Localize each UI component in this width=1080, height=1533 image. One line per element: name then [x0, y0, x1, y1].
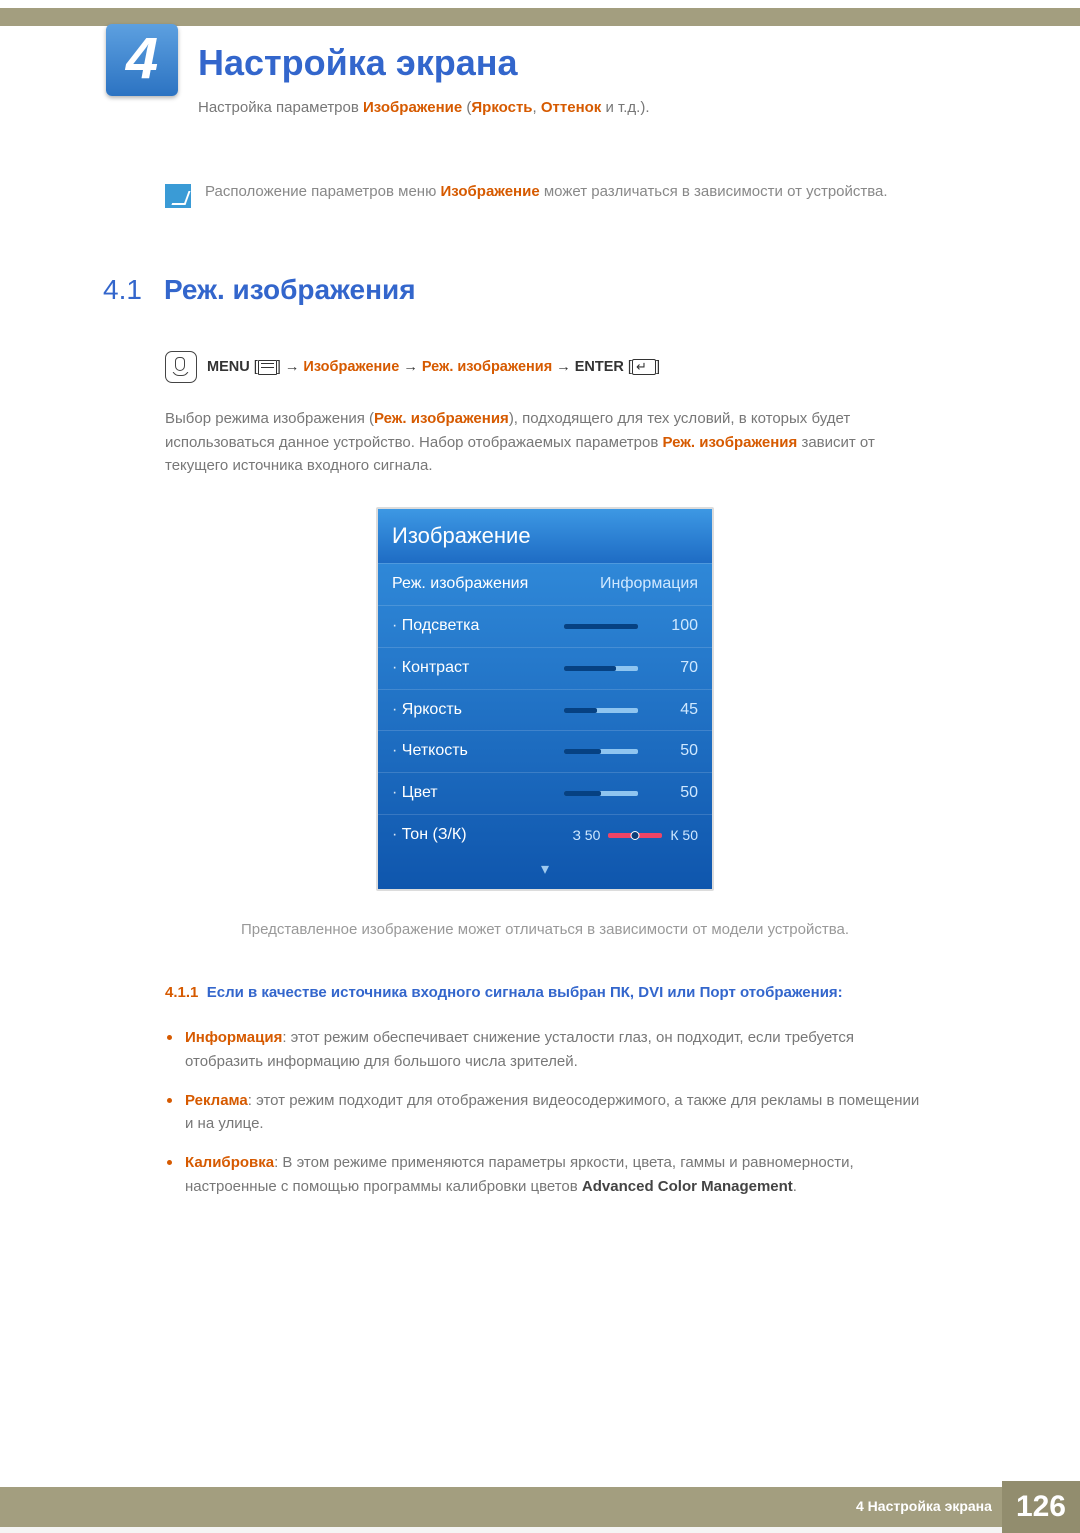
chapter-subtitle: Настройка параметров Изображение (Яркост… [198, 96, 649, 119]
section-heading: 4.1 Реж. изображения [103, 268, 925, 311]
osd-item-name: Четкость [392, 739, 564, 764]
osd-tint-slider [608, 833, 662, 838]
osd-tint-right: К 50 [670, 825, 698, 847]
osd-scroll-down-icon: ▾ [378, 856, 712, 889]
text: может различаться в зависимости от устро… [540, 183, 888, 200]
paragraph: Выбор режима изображения (Реж. изображен… [165, 407, 925, 477]
enter-label: ENTER [575, 359, 624, 375]
note-icon [165, 184, 191, 208]
osd-item-slider [564, 624, 638, 629]
list-item: Информация: этот режим обеспечивает сниж… [165, 1026, 925, 1073]
list-item: Реклама: этот режим подходит для отображ… [165, 1089, 925, 1136]
section-number: 4.1 [103, 268, 142, 311]
highlight: Изображение [363, 99, 462, 116]
highlight: Яркость [471, 99, 532, 116]
text: Настройка параметров [198, 99, 363, 116]
osd-panel: Изображение Реж. изображения Информация … [376, 507, 714, 890]
list-item: Калибровка: В этом режиме применяются па… [165, 1151, 925, 1198]
text: Выбор режима изображения ( [165, 410, 374, 427]
osd-item-name: Контраст [392, 656, 564, 681]
step: Изображение [303, 359, 399, 375]
menu-icon [258, 360, 277, 375]
arrow: → [556, 359, 575, 375]
osd-item-slider [564, 708, 638, 713]
osd-mode-label: Реж. изображения [392, 572, 600, 597]
bullet-term: Реклама [185, 1092, 248, 1109]
osd-tint-row: Тон (З/К) З 50 К 50 [378, 814, 712, 856]
bullet-list: Информация: этот режим обеспечивает сниж… [165, 1026, 925, 1198]
nav-path: MENU [] → Изображение → Реж. изображения… [165, 351, 925, 383]
osd-item-name: Цвет [392, 781, 564, 806]
bullet-text: : этот режим подходит для отображения ви… [185, 1092, 919, 1132]
osd-item-row: Четкость 50 [378, 730, 712, 772]
note: Расположение параметров меню Изображение… [165, 180, 925, 208]
osd-mode-row: Реж. изображения Информация [378, 563, 712, 605]
osd-item-slider [564, 791, 638, 796]
osd-title: Изображение [378, 509, 712, 563]
subsection-number: 4.1.1 [165, 984, 198, 1001]
menu-label: MENU [207, 359, 250, 375]
page-number: 126 [1002, 1481, 1080, 1533]
arrow: → [285, 359, 304, 375]
text: ( [462, 99, 471, 116]
bullet-term: Информация [185, 1029, 282, 1046]
osd-mode-value: Информация [600, 572, 698, 597]
osd-item-value: 50 [648, 739, 698, 764]
osd-item-name: Яркость [392, 698, 564, 723]
page-footer: 4 Настройка экрана 126 [0, 1487, 1080, 1527]
osd-item-row: Контраст 70 [378, 647, 712, 689]
step: Реж. изображения [422, 359, 552, 375]
text: Расположение параметров меню [205, 183, 440, 200]
chapter-title: Настройка экрана [198, 35, 518, 91]
highlight: Реж. изображения [662, 434, 797, 451]
osd-item-name: Подсветка [392, 614, 564, 639]
osd-item-slider [564, 749, 638, 754]
section-title: Реж. изображения [164, 268, 416, 311]
highlight: Реж. изображения [374, 410, 509, 427]
text: , [533, 99, 541, 116]
osd-item-value: 50 [648, 781, 698, 806]
osd-item-value: 70 [648, 656, 698, 681]
chapter-number-badge: 4 [106, 24, 178, 96]
osd-caption: Представленное изображение может отличат… [165, 918, 925, 941]
bullet-term: Калибровка [185, 1154, 274, 1171]
touch-icon [165, 351, 197, 383]
arrow: → [403, 359, 422, 375]
bullet-bold: Advanced Color Management [582, 1178, 793, 1195]
osd-item-row: Яркость 45 [378, 689, 712, 731]
bullet-text: : этот режим обеспечивает снижение устал… [185, 1029, 854, 1069]
footer-crumb: 4 Настройка экрана [856, 1496, 992, 1518]
osd-body: Реж. изображения Информация Подсветка 100… [378, 563, 712, 888]
osd-item-row: Подсветка 100 [378, 605, 712, 647]
osd-tint-left: З 50 [572, 825, 600, 847]
enter-icon [632, 359, 656, 375]
osd-item-value: 45 [648, 698, 698, 723]
bullet-text: . [793, 1178, 797, 1195]
highlight: Оттенок [541, 99, 601, 116]
osd-item-slider [564, 666, 638, 671]
subsection-title: Если в качестве источника входного сигна… [207, 984, 843, 1001]
osd-item-row: Цвет 50 [378, 772, 712, 814]
text: и т.д.). [601, 99, 649, 116]
bracket: ] [277, 359, 281, 375]
osd-item-name: Тон (З/К) [392, 823, 572, 848]
highlight: Изображение [440, 183, 539, 200]
subsection-heading: 4.1.1 Если в качестве источника входного… [165, 981, 925, 1004]
bracket: ] [656, 359, 660, 375]
osd-item-value: 100 [648, 614, 698, 639]
